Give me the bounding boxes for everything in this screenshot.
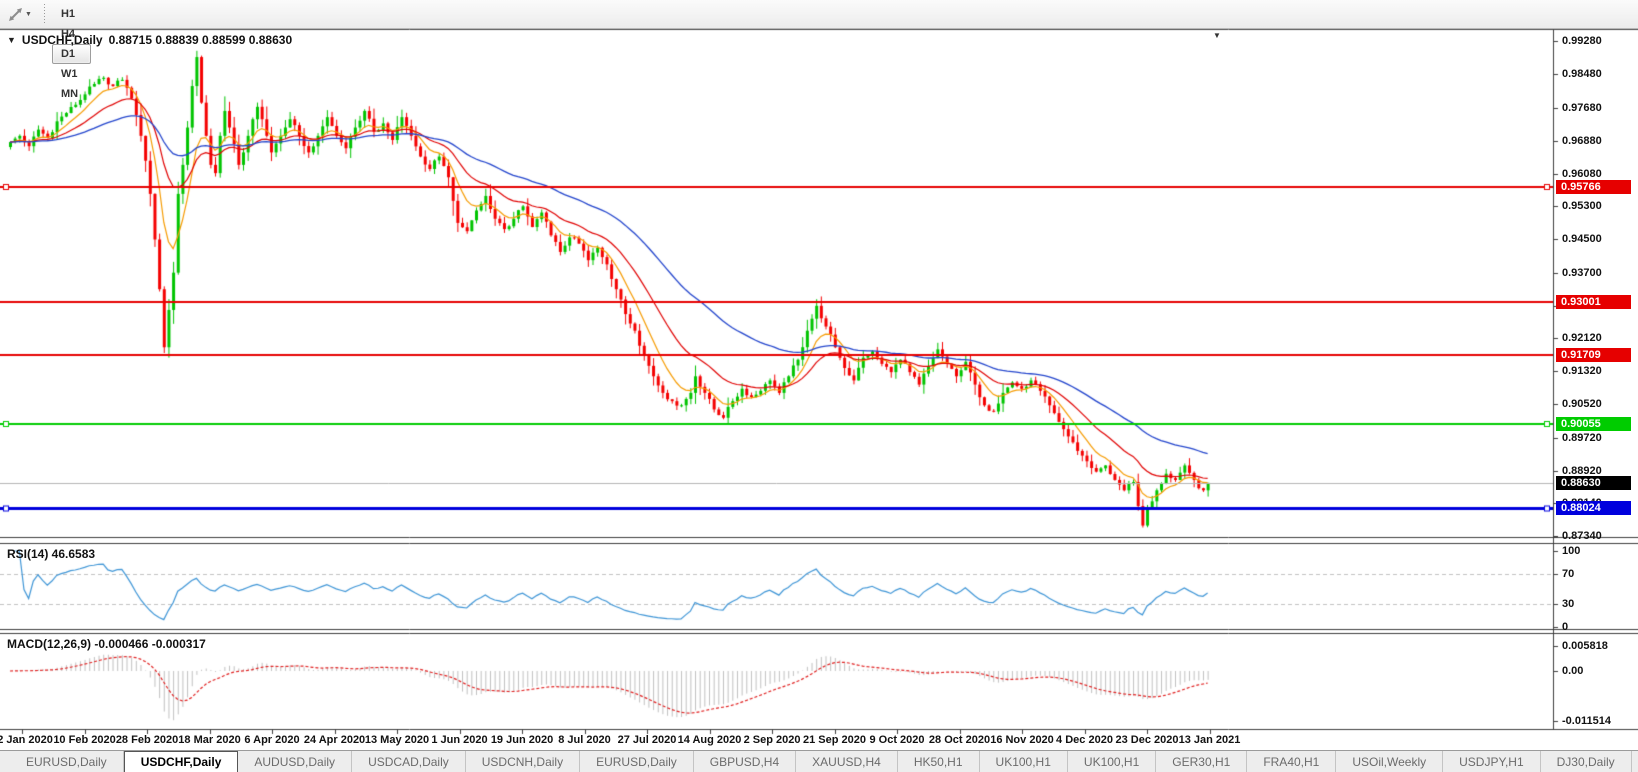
chart-tab-hk50-h1[interactable]: HK50,H1 <box>898 751 980 772</box>
chart-tab-usdjpy-h1[interactable]: USDJPY,H1 <box>1443 751 1540 772</box>
chart-tab-usoil-weekly[interactable]: USOil,Weekly <box>1336 751 1443 772</box>
date-axis-label: 2 Sep 2020 <box>744 734 801 746</box>
price-level-badge: 0.95766 <box>1556 180 1631 194</box>
price-axis-tick-label: 0.93700 <box>1562 267 1602 279</box>
trading-terminal-window: ▼ M1M5M15M30H1H4D1W1MN ▼ USDCHF,Daily 0.… <box>0 0 1638 772</box>
date-axis-label: 19 Jun 2020 <box>491 734 553 746</box>
price-axis-tick-label: 0.99280 <box>1562 35 1602 47</box>
chart-tab-audusd-daily[interactable]: AUDUSD,Daily <box>238 751 352 772</box>
date-axis-label: 21 Sep 2020 <box>803 734 866 746</box>
date-axis-label: 4 Dec 2020 <box>1056 734 1113 746</box>
date-axis-label: 28 Oct 2020 <box>929 734 990 746</box>
chart-tab-gbpusd-h4[interactable]: GBPUSD,H4 <box>694 751 796 772</box>
date-axis-label: 14 Aug 2020 <box>678 734 742 746</box>
price-axis-tick-label: 0.97680 <box>1562 102 1602 114</box>
price-level-badge: 0.88024 <box>1556 501 1631 515</box>
chart-tab-china300-h1[interactable]: CHINA300,H1 <box>1632 751 1638 772</box>
price-chart-canvas[interactable] <box>0 0 1638 772</box>
chart-tab-usdcad-daily[interactable]: USDCAD,Daily <box>352 751 466 772</box>
chart-tab-usdchf-daily[interactable]: USDCHF,Daily <box>124 751 239 772</box>
date-axis-label: 28 Feb 2020 <box>116 734 178 746</box>
chart-tab-eurusd-daily[interactable]: EURUSD,Daily <box>10 751 124 772</box>
price-axis-tick-label: 0.91320 <box>1562 365 1602 377</box>
date-axis-label: 18 Mar 2020 <box>178 734 240 746</box>
chart-tab-eurusd-daily[interactable]: EURUSD,Daily <box>580 751 694 772</box>
rsi-axis-tick-label: 100 <box>1562 545 1580 557</box>
chart-tab-fra40-h1[interactable]: FRA40,H1 <box>1247 751 1336 772</box>
macd-axis-tick-label: 0.005818 <box>1562 640 1608 652</box>
chart-symbol-label: USDCHF,Daily <box>22 33 103 47</box>
date-axis-label: 10 Feb 2020 <box>53 734 115 746</box>
date-axis-label: 22 Jan 2020 <box>0 734 53 746</box>
rsi-indicator-label: RSI(14) 46.6583 <box>7 547 95 561</box>
price-axis-tick-label: 0.96080 <box>1562 168 1602 180</box>
rsi-axis-tick-label: 30 <box>1562 598 1574 610</box>
price-level-badge: 0.93001 <box>1556 295 1631 309</box>
price-level-badge: 0.88630 <box>1556 476 1631 490</box>
chart-tab-ger30-h1[interactable]: GER30,H1 <box>1156 751 1247 772</box>
collapse-triangle-icon[interactable]: ▼ <box>7 35 16 45</box>
date-axis-label: 8 Jul 2020 <box>558 734 611 746</box>
date-axis-label: 23 Dec 2020 <box>1116 734 1179 746</box>
price-level-badge: 0.91709 <box>1556 348 1631 362</box>
macd-axis-tick-label: -0.011514 <box>1562 715 1611 727</box>
date-axis-label: 13 May 2020 <box>365 734 429 746</box>
price-axis-tick-label: 0.96880 <box>1562 135 1602 147</box>
chart-shift-marker-icon: ▼ <box>1213 31 1221 40</box>
date-axis-label: 16 Nov 2020 <box>990 734 1054 746</box>
price-level-badge: 0.90055 <box>1556 417 1631 431</box>
date-axis-label: 1 Jun 2020 <box>431 734 487 746</box>
chart-tab-uk100-h1[interactable]: UK100,H1 <box>980 751 1068 772</box>
date-axis-label: 24 Apr 2020 <box>304 734 365 746</box>
price-axis-tick-label: 0.94500 <box>1562 233 1602 245</box>
date-axis-label: 9 Oct 2020 <box>869 734 924 746</box>
price-axis-tick-label: 0.90520 <box>1562 398 1602 410</box>
rsi-axis-tick-label: 70 <box>1562 568 1574 580</box>
chart-tab-xauusd-h4[interactable]: XAUUSD,H4 <box>796 751 898 772</box>
rsi-axis-tick-label: 0 <box>1562 621 1568 633</box>
chart-tab-bar: EURUSD,DailyUSDCHF,DailyAUDUSD,DailyUSDC… <box>0 750 1638 772</box>
price-axis-tick-label: 0.95300 <box>1562 200 1602 212</box>
chart-tab-dj30-daily[interactable]: DJ30,Daily <box>1541 751 1632 772</box>
chart-tab-usdcnh-daily[interactable]: USDCNH,Daily <box>466 751 580 772</box>
macd-axis-tick-label: 0.00 <box>1562 665 1583 677</box>
price-axis-tick-label: 0.98480 <box>1562 68 1602 80</box>
chart-title: ▼ USDCHF,Daily 0.88715 0.88839 0.88599 0… <box>7 33 292 47</box>
date-axis-label: 6 Apr 2020 <box>244 734 299 746</box>
price-axis-tick-label: 0.89720 <box>1562 432 1602 444</box>
chart-ohlc-readout: 0.88715 0.88839 0.88599 0.88630 <box>109 33 293 47</box>
chart-tab-uk100-h1[interactable]: UK100,H1 <box>1068 751 1156 772</box>
price-axis-tick-label: 0.92120 <box>1562 332 1602 344</box>
date-axis-label: 13 Jan 2021 <box>1179 734 1241 746</box>
date-axis-label: 27 Jul 2020 <box>618 734 677 746</box>
macd-indicator-label: MACD(12,26,9) -0.000466 -0.000317 <box>7 637 206 651</box>
price-axis-tick-label: 0.87340 <box>1562 530 1602 542</box>
